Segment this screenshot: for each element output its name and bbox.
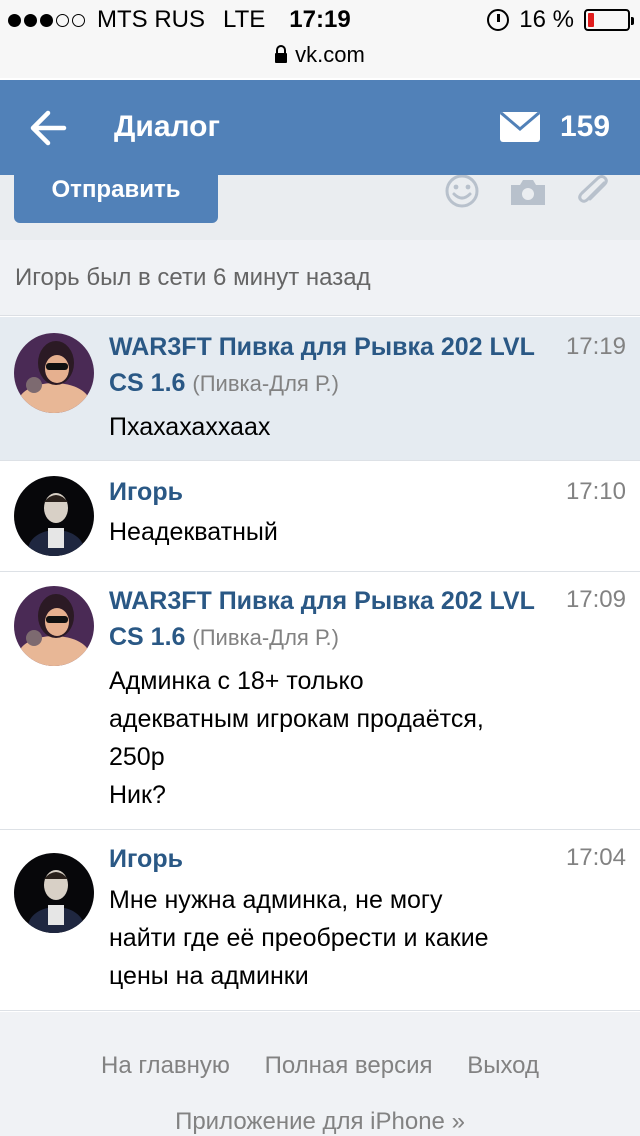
message-item[interactable]: WAR3FT Пивка для Рывка 202 LVL CS 1.6 (П… bbox=[0, 573, 640, 830]
message-author[interactable]: WAR3FT Пивка для Рывка 202 LVL CS 1.6 (П… bbox=[109, 583, 549, 656]
message-time: 17:04 bbox=[565, 844, 626, 871]
footer-link-full-version[interactable]: Полная версия bbox=[265, 1052, 433, 1079]
message-item[interactable]: Игорь 17:04 Мне нужна админка, не могу н… bbox=[0, 831, 640, 1011]
camera-icon[interactable] bbox=[508, 177, 548, 212]
message-author[interactable]: Игорь bbox=[109, 841, 549, 877]
message-text: Мне нужна админка, не могу найти где её … bbox=[109, 886, 489, 990]
avatar[interactable] bbox=[14, 476, 94, 556]
battery-icon bbox=[584, 9, 634, 31]
author-group: (Пивка-Для Р.) bbox=[192, 625, 339, 650]
message-item[interactable]: WAR3FT Пивка для Рывка 202 LVL CS 1.6 (П… bbox=[0, 317, 640, 461]
send-button[interactable]: Отправить bbox=[14, 171, 218, 223]
avatar[interactable] bbox=[14, 333, 94, 413]
author-name[interactable]: Игорь bbox=[109, 845, 183, 873]
paperclip-icon[interactable] bbox=[576, 175, 612, 214]
footer-link-home[interactable]: На главную bbox=[101, 1052, 230, 1079]
smile-icon[interactable] bbox=[444, 174, 480, 214]
battery-fill bbox=[588, 13, 595, 27]
footer-link-logout[interactable]: Выход bbox=[467, 1052, 539, 1079]
footer: На главную Полная версия Выход Приложени… bbox=[0, 1012, 640, 1136]
author-group: (Пивка-Для Р.) bbox=[192, 371, 339, 396]
mail-icon[interactable] bbox=[500, 112, 540, 142]
online-status: Игорь был в сети 6 минут назад bbox=[0, 240, 640, 316]
footer-link-iphone-app[interactable]: Приложение для iPhone » bbox=[0, 1108, 640, 1136]
message-author[interactable]: Игорь bbox=[109, 474, 549, 510]
app-header: Диалог 159 bbox=[0, 80, 640, 175]
message-time: 17:09 bbox=[565, 586, 626, 613]
back-arrow-icon[interactable] bbox=[28, 108, 68, 148]
avatar[interactable] bbox=[14, 586, 94, 666]
message-item[interactable]: Игорь 17:10 Неадекватный bbox=[0, 462, 640, 572]
page-title: Диалог bbox=[114, 110, 220, 143]
lock-icon bbox=[275, 45, 288, 63]
message-time: 17:19 bbox=[565, 333, 626, 360]
url-bar[interactable]: vk.com bbox=[0, 40, 640, 78]
avatar[interactable] bbox=[14, 853, 94, 933]
url-text: vk.com bbox=[295, 42, 365, 67]
footer-links: На главную Полная версия Выход bbox=[0, 1052, 640, 1080]
message-text: Пхахахаххаах bbox=[109, 413, 271, 441]
alarm-icon bbox=[487, 9, 510, 31]
compose-bar: Отправить bbox=[0, 171, 640, 240]
message-count[interactable]: 159 bbox=[560, 110, 610, 144]
status-bar: MTS RUS LTE 17:19 16 % bbox=[0, 0, 640, 40]
status-bar-right: 16 % bbox=[487, 6, 634, 34]
battery-percent: 16 % bbox=[519, 6, 574, 33]
message-author[interactable]: WAR3FT Пивка для Рывка 202 LVL CS 1.6 (П… bbox=[109, 329, 549, 402]
message-text: Админка с 18+ только адекватным игрокам … bbox=[109, 667, 484, 809]
message-text: Неадекватный bbox=[109, 518, 278, 546]
message-time: 17:10 bbox=[565, 478, 626, 505]
author-name[interactable]: Игорь bbox=[109, 478, 183, 506]
